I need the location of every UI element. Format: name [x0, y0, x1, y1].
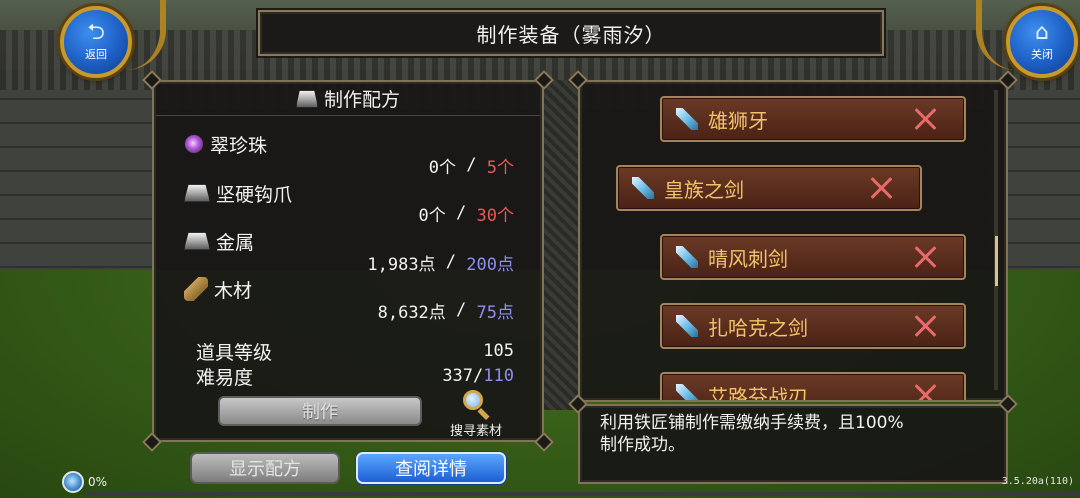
page-title: 制作装备（雾雨汐）: [476, 22, 666, 47]
equipment-list-item[interactable]: 扎哈克之剑: [660, 303, 966, 349]
material-quantity: 0个 / 5个: [429, 152, 514, 178]
material-need: 200点: [466, 254, 514, 275]
material-name: 坚硬钩爪: [216, 183, 293, 206]
exp-percent: 0%: [88, 475, 108, 489]
equipment-name: 扎哈克之剑: [708, 315, 808, 340]
ingot-icon: [184, 232, 210, 250]
stone-pillar: [540, 80, 580, 410]
equipment-name: 皇族之剑: [664, 177, 744, 202]
info-text: 利用铁匠铺制作需缴纳手续费，且100% 制作成功。: [600, 412, 990, 456]
back-arrow-icon: ⮌: [87, 20, 105, 45]
orb-icon: [184, 134, 204, 154]
sword-icon: [676, 246, 698, 268]
material-name: 金属: [216, 231, 255, 254]
close-button[interactable]: ⌂ 关闭: [1006, 6, 1078, 78]
search-materials-button[interactable]: 搜寻素材: [436, 388, 516, 440]
info-line-1: 利用铁匠铺制作需缴纳手续费，且100%: [600, 413, 904, 433]
equipment-list-item[interactable]: 晴风刺剑: [660, 234, 966, 280]
close-icon[interactable]: [912, 106, 938, 132]
toolbox-icon: [295, 89, 318, 108]
close-icon[interactable]: [868, 175, 894, 201]
difficulty-value: 337/110: [442, 366, 514, 386]
close-icon[interactable]: [912, 313, 938, 339]
ingot-icon: [184, 184, 210, 202]
material-name-row: 坚硬钩爪: [184, 179, 292, 207]
back-label: 返回: [85, 48, 107, 61]
equipment-list-item[interactable]: 雄狮牙: [660, 96, 966, 142]
equipment-name: 雄狮牙: [708, 108, 768, 133]
material-need: 75点: [476, 302, 514, 323]
item-level-label: 道具等级: [196, 341, 273, 364]
show-recipe-button[interactable]: 显示配方: [190, 452, 340, 484]
material-need: 5个: [486, 157, 514, 178]
home-icon: ⌂: [1035, 20, 1049, 45]
magnifier-icon: [461, 388, 491, 421]
sword-icon: [676, 315, 698, 337]
difficulty-have: 337: [442, 366, 474, 386]
difficulty-label: 难易度: [196, 366, 254, 389]
exp-orb-icon: [62, 471, 84, 493]
material-name: 翠珍珠: [210, 134, 268, 157]
stone-wall-left: [0, 90, 160, 290]
material-quantity: 0个 / 30个: [419, 200, 514, 226]
close-icon[interactable]: [912, 244, 938, 270]
equipment-list-item[interactable]: 艾路芬战刃: [660, 372, 966, 400]
material-name-row: 木材: [184, 275, 252, 303]
difficulty-need: 110: [483, 366, 514, 386]
recipe-header: 制作配方: [156, 82, 540, 116]
wood-icon: [184, 277, 208, 301]
sword-icon: [676, 384, 698, 400]
version-label: 3.5.20a(110): [1001, 476, 1074, 487]
list-clip: 艾路芬战刃: [580, 360, 1006, 400]
material-have: 0个: [418, 205, 446, 226]
craft-button[interactable]: 制作: [218, 396, 422, 426]
back-button[interactable]: ⮌ 返回: [60, 6, 132, 78]
material-name: 木材: [214, 279, 253, 302]
equipment-name: 晴风刺剑: [708, 246, 788, 271]
close-icon[interactable]: [912, 382, 938, 400]
close-label: 关闭: [1031, 48, 1053, 61]
material-name-row: 翠珍珠: [184, 130, 267, 158]
equipment-name: 艾路芬战刃: [708, 384, 808, 401]
material-quantity: 8,632点 / 75点: [378, 297, 514, 323]
recipe-header-label: 制作配方: [323, 89, 400, 111]
title-bar: 制作装备（雾雨汐）: [258, 10, 884, 56]
material-need: 30个: [476, 205, 514, 226]
view-details-button[interactable]: 查阅详情: [356, 452, 506, 484]
material-have: 8,632点: [377, 302, 446, 323]
material-name-row: 金属: [184, 227, 254, 255]
sword-icon: [632, 177, 654, 199]
status-indicator[interactable]: 0%: [62, 470, 107, 494]
equipment-list-item-selected[interactable]: 皇族之剑: [616, 165, 922, 211]
scrollbar-thumb[interactable]: [995, 236, 998, 286]
sword-icon: [676, 108, 698, 130]
info-line-2: 制作成功。: [600, 435, 685, 455]
exp-bar: [86, 492, 1080, 496]
material-have: 1,983点: [367, 254, 436, 275]
material-quantity: 1,983点 / 200点: [367, 249, 514, 275]
search-materials-label: 搜寻素材: [449, 424, 502, 439]
item-level-value: 105: [483, 341, 514, 361]
material-have: 0个: [428, 157, 457, 178]
